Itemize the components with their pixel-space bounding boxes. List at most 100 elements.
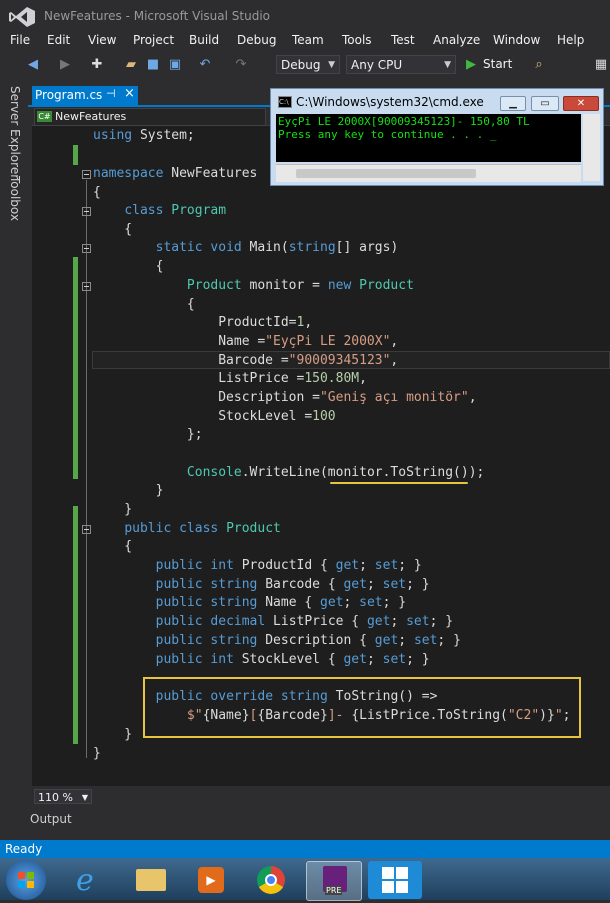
cmd-icon: C:\ xyxy=(278,96,292,108)
close-icon[interactable]: × xyxy=(124,86,135,101)
file-explorer-icon[interactable] xyxy=(124,861,178,899)
menu-bar: File Edit View Project Build Debug Team … xyxy=(0,32,610,52)
chrome-icon[interactable] xyxy=(244,861,298,899)
undo-icon[interactable]: ↶ xyxy=(196,56,214,74)
project-navigation-dropdown[interactable]: C# NewFeatures xyxy=(34,108,266,126)
code-line-10[interactable]: { xyxy=(93,296,195,314)
code-line-9[interactable]: Product monitor = new Product xyxy=(93,277,414,295)
code-line-4[interactable]: { xyxy=(93,184,101,202)
console-line-1: EyçPi LE 2000X[90009345123]- 150,80 TL xyxy=(278,115,530,128)
windows-store-icon[interactable] xyxy=(368,861,422,899)
menu-window[interactable]: Window xyxy=(493,33,540,47)
chevron-down-icon: ▼ xyxy=(81,793,88,802)
collapse-class-product-icon[interactable] xyxy=(82,525,91,534)
start-orb-icon[interactable] xyxy=(6,860,46,900)
code-line-13[interactable]: Barcode ="90009345123", xyxy=(93,352,398,370)
minimize-button[interactable]: ▁ xyxy=(500,96,526,111)
maximize-button[interactable]: ▭ xyxy=(531,96,559,111)
code-line-34[interactable]: } xyxy=(93,745,101,763)
close-button[interactable]: ✕ xyxy=(563,96,599,111)
code-line-28[interactable]: public string Description { get; set; } xyxy=(93,632,461,650)
code-line-24[interactable]: public int ProductId { get; set; } xyxy=(93,557,422,575)
nav-project-label: NewFeatures xyxy=(55,110,127,123)
menu-file[interactable]: File xyxy=(10,33,30,47)
platform-dropdown[interactable]: Any CPU ▼ xyxy=(346,55,456,74)
outline-guide xyxy=(86,180,87,758)
code-line-15[interactable]: Description ="Geniş açı monitör", xyxy=(93,389,476,407)
status-bar xyxy=(0,840,610,858)
code-line-21[interactable]: } xyxy=(93,501,132,519)
code-line-23[interactable]: { xyxy=(93,538,132,556)
toolbar: ◀ ▶ ✚ ▰ ■ ▣ ↶ ↷ Debug ▼ Any CPU ▼ ▶ Star… xyxy=(0,52,610,78)
visual-studio-taskbar-icon[interactable]: PRE xyxy=(306,861,362,901)
code-line-3[interactable]: namespace NewFeatures xyxy=(93,165,257,183)
visual-studio-logo-icon xyxy=(9,7,35,27)
squiggle-underline xyxy=(330,482,468,484)
start-button-label[interactable]: Start xyxy=(483,57,512,71)
code-line-20[interactable]: } xyxy=(93,482,164,500)
console-horizontal-scrollbar[interactable] xyxy=(276,164,581,182)
code-line-33[interactable]: } xyxy=(93,726,132,744)
menu-test[interactable]: Test xyxy=(391,33,415,47)
menu-edit[interactable]: Edit xyxy=(47,33,70,47)
code-line-1[interactable]: using System; xyxy=(93,127,195,145)
toolbox-tab[interactable]: Toolbox xyxy=(8,176,22,221)
collapse-namespace-icon[interactable] xyxy=(82,170,91,179)
menu-project[interactable]: Project xyxy=(133,33,174,47)
code-line-22[interactable]: public class Product xyxy=(93,520,281,538)
code-line-27[interactable]: public decimal ListPrice { get; set; } xyxy=(93,613,453,631)
server-explorer-tab[interactable]: Server Explorer xyxy=(8,86,22,179)
code-line-12[interactable]: Name ="EyçPi LE 2000X", xyxy=(93,333,398,351)
code-line-7[interactable]: static void Main(string[] args) xyxy=(93,239,399,257)
configuration-dropdown[interactable]: Debug ▼ xyxy=(276,55,340,74)
code-line-11[interactable]: ProductId=1, xyxy=(93,314,312,332)
preview-badge: PRE xyxy=(325,886,343,895)
menu-build[interactable]: Build xyxy=(189,33,219,47)
configuration-value: Debug xyxy=(281,58,321,72)
code-line-14[interactable]: ListPrice =150.80M, xyxy=(93,370,367,388)
scroll-thumb[interactable] xyxy=(296,169,476,178)
console-title: C:\Windows\system32\cmd.exe xyxy=(296,95,484,109)
menu-analyze[interactable]: Analyze xyxy=(433,33,480,47)
menu-team[interactable]: Team xyxy=(292,33,324,47)
console-line-2: Press any key to continue . . . _ xyxy=(278,128,497,141)
menu-view[interactable]: View xyxy=(88,33,116,47)
code-line-8[interactable]: { xyxy=(93,258,164,276)
menu-help[interactable]: Help xyxy=(557,33,584,47)
start-icon[interactable]: ▶ xyxy=(462,56,480,74)
collapse-main-icon[interactable] xyxy=(82,244,91,253)
extension-icon[interactable]: ▦ xyxy=(592,56,610,74)
code-line-6[interactable]: { xyxy=(93,221,132,239)
menu-tools[interactable]: Tools xyxy=(342,33,372,47)
console-vertical-scrollbar[interactable] xyxy=(583,114,600,181)
find-in-files-icon[interactable]: ⌕ xyxy=(530,56,548,74)
new-project-icon[interactable]: ✚ xyxy=(88,56,106,74)
back-icon[interactable]: ◀ xyxy=(24,56,42,74)
tostring-highlight-box xyxy=(143,677,581,738)
change-marker xyxy=(73,257,78,479)
menu-debug[interactable]: Debug xyxy=(237,33,276,47)
code-line-29[interactable]: public int StockLevel { get; set; } xyxy=(93,651,430,669)
collapse-initializer-icon[interactable] xyxy=(82,282,91,291)
save-icon[interactable]: ■ xyxy=(144,56,162,74)
code-line-25[interactable]: public string Barcode { get; set; } xyxy=(93,576,430,594)
code-line-17[interactable]: }; xyxy=(93,426,203,444)
change-marker xyxy=(73,506,78,744)
code-line-19[interactable]: Console.WriteLine(monitor.ToString()); xyxy=(93,464,484,482)
redo-icon[interactable]: ↷ xyxy=(232,56,250,74)
media-player-icon[interactable]: ▶ xyxy=(184,861,238,899)
code-line-26[interactable]: public string Name { get; set; } xyxy=(93,594,407,612)
window-title: NewFeatures - Microsoft Visual Studio xyxy=(44,9,271,23)
tab-program-cs[interactable]: Program.cs ⊣ × xyxy=(32,86,138,105)
code-line-16[interactable]: StockLevel =100 xyxy=(93,408,335,426)
chevron-down-icon: ▼ xyxy=(444,60,451,70)
output-tab[interactable]: Output xyxy=(30,812,72,826)
pin-icon[interactable]: ⊣ xyxy=(106,87,116,100)
collapse-class-program-icon[interactable] xyxy=(82,207,91,216)
save-all-icon[interactable]: ▣ xyxy=(166,56,184,74)
internet-explorer-icon[interactable]: e xyxy=(64,861,118,899)
zoom-dropdown[interactable]: 110 % ▼ xyxy=(34,789,92,804)
code-line-5[interactable]: class Program xyxy=(93,202,226,220)
forward-icon[interactable]: ▶ xyxy=(56,56,74,74)
open-folder-icon[interactable]: ▰ xyxy=(122,56,140,74)
